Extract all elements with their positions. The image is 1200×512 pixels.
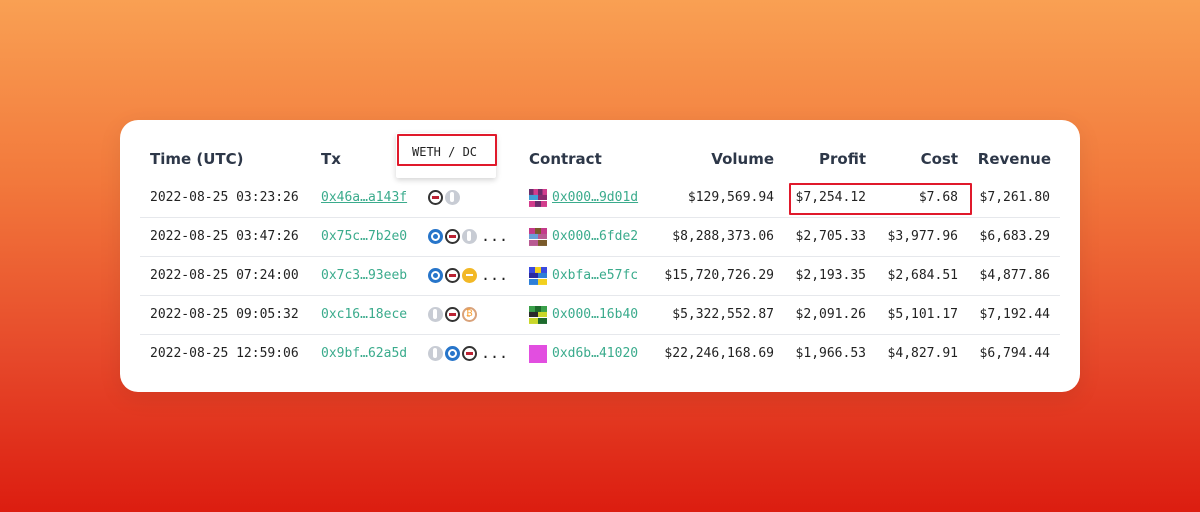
gold-token-icon [462,268,477,283]
usdc-token-icon [428,229,443,244]
cost-cell: $5,101.17 [887,307,958,322]
token-icons[interactable] [428,178,464,217]
contract-cell: 0x000…6fde2 [529,217,638,256]
tx-hash-link[interactable]: 0x7c3…93eeb [321,256,407,295]
usdc-token-icon [428,268,443,283]
cost-cell: $4,827.91 [887,346,958,361]
eth-token-icon [462,229,477,244]
weth-token-icon [445,307,460,322]
more-tokens-ellipsis: ... [481,227,509,245]
contract-avatar-icon [529,188,547,207]
contract-cell: 0x000…9d01d [529,178,638,217]
weth-token-icon [445,229,460,244]
header-revenue: Revenue [977,150,1051,168]
contract-address-link[interactable]: 0x000…9d01d [552,190,638,205]
token-icons[interactable] [428,295,481,334]
revenue-cell: $7,261.80 [979,190,1050,205]
revenue-cell: $7,192.44 [979,307,1050,322]
header-contract: Contract [529,150,602,168]
revenue-cell: $6,794.44 [979,346,1050,361]
table-row: 2022-08-25 12:59:06 0x9bf…62a5d... 0xd6b…4… [140,334,1060,373]
tx-hash-link[interactable]: 0x46a…a143f [321,178,407,217]
contract-address-link[interactable]: 0x000…16b40 [552,307,638,322]
profit-cell: $1,966.53 [795,346,866,361]
contract-cell: 0xbfa…e57fc [529,256,638,295]
contract-address-link[interactable]: 0xd6b…41020 [552,346,638,361]
volume-cell: $5,322,552.87 [672,307,774,322]
weth-token-icon [445,268,460,283]
token-icons[interactable]: ... [428,256,508,295]
header-time: Time (UTC) [150,150,244,168]
tooltip-highlight-box [397,134,497,166]
table-row: 2022-08-25 09:05:32 0xc16…18ece 0x000…16b4… [140,295,1060,335]
more-tokens-ellipsis: ... [481,344,509,362]
header-cost: Cost [920,150,958,168]
token-icons[interactable]: ... [428,334,508,373]
tx-hash-link[interactable]: 0x75c…7b2e0 [321,217,407,256]
eth-token-icon [428,346,443,361]
volume-cell: $8,288,373.06 [672,229,774,244]
contract-address-link[interactable]: 0xbfa…e57fc [552,268,638,283]
profit-cell: $2,193.35 [795,268,866,283]
tx-hash-link[interactable]: 0xc16…18ece [321,295,407,334]
header-profit: Profit [819,150,866,168]
more-tokens-ellipsis: ... [481,266,509,284]
profit-cell: $2,705.33 [795,229,866,244]
contract-avatar-icon [529,266,547,285]
revenue-cell: $6,683.29 [979,229,1050,244]
profit-cost-highlight-box [789,183,972,215]
contract-avatar-icon [529,305,547,324]
time-cell: 2022-08-25 09:05:32 [150,307,299,322]
volume-cell: $129,569.94 [687,190,774,205]
time-cell: 2022-08-25 07:24:00 [150,268,299,283]
usdc-token-icon [445,346,460,361]
contract-address-link[interactable]: 0x000…6fde2 [552,229,638,244]
header-volume: Volume [711,150,774,168]
time-cell: 2022-08-25 12:59:06 [150,346,299,361]
tx-hash-link[interactable]: 0x9bf…62a5d [321,334,407,373]
cost-cell: $3,977.96 [887,229,958,244]
contract-cell: 0x000…16b40 [529,295,638,334]
token-icons[interactable]: ... [428,217,508,256]
table-row: 2022-08-25 03:47:26 0x75c…7b2e0... 0x000…6… [140,217,1060,257]
btc-token-icon [462,307,477,322]
eth-token-icon [428,307,443,322]
volume-cell: $22,246,168.69 [664,346,774,361]
time-cell: 2022-08-25 03:23:26 [150,190,299,205]
profit-cell: $2,091.26 [795,307,866,322]
contract-avatar-icon [529,227,547,246]
cost-cell: $2,684.51 [887,268,958,283]
eth-token-icon [445,190,460,205]
contract-cell: 0xd6b…41020 [529,334,638,373]
volume-cell: $15,720,726.29 [664,268,774,283]
table-row: 2022-08-25 07:24:00 0x7c3…93eeb... 0xbfa…e… [140,256,1060,296]
header-tx: Tx [321,150,341,168]
time-cell: 2022-08-25 03:47:26 [150,229,299,244]
weth-token-icon [428,190,443,205]
revenue-cell: $4,877.86 [979,268,1050,283]
contract-avatar-icon [529,344,547,363]
weth-token-icon [462,346,477,361]
